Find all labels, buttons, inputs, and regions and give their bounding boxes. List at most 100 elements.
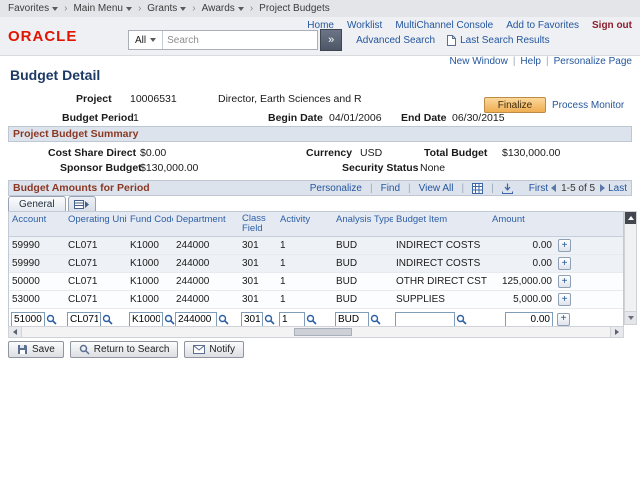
lookup-icon[interactable] bbox=[456, 314, 467, 325]
budget-period-value: 1 bbox=[133, 112, 139, 124]
operating-unit-input[interactable] bbox=[67, 312, 101, 327]
search-go-button[interactable]: » bbox=[320, 29, 342, 51]
cell-budget-item: OTHR DIRECT CST bbox=[393, 276, 489, 287]
edit-cell-class-field bbox=[239, 312, 277, 327]
breadcrumb-favorites[interactable]: Favorites bbox=[8, 3, 58, 14]
budget-amounts-header: Budget Amounts for Period Personalize Fi… bbox=[8, 180, 632, 196]
download-icon[interactable] bbox=[502, 183, 513, 194]
project-id: 10006531 bbox=[130, 93, 177, 105]
cell-department: 244000 bbox=[173, 240, 239, 251]
find-link[interactable]: Find bbox=[381, 183, 400, 194]
view-all-link[interactable]: View All bbox=[419, 183, 454, 194]
breadcrumb-label: Awards bbox=[202, 3, 235, 14]
budget-item-input[interactable] bbox=[395, 312, 455, 327]
zoom-grid-icon[interactable] bbox=[472, 183, 483, 194]
next-row-icon[interactable] bbox=[600, 184, 605, 192]
cell-account: 53000 bbox=[9, 294, 65, 305]
personalize-page-link[interactable]: Personalize Page bbox=[554, 56, 632, 67]
column-header-amount[interactable]: Amount bbox=[489, 212, 555, 236]
grid-horizontal-scrollbar[interactable] bbox=[8, 326, 624, 338]
add-row-button[interactable]: + bbox=[558, 275, 571, 288]
lookup-icon[interactable] bbox=[370, 314, 381, 325]
last-link[interactable]: Last bbox=[608, 183, 627, 194]
separator bbox=[513, 56, 516, 67]
breadcrumb-awards[interactable]: Awards bbox=[202, 3, 244, 14]
breadcrumb-label: Main Menu bbox=[73, 3, 122, 14]
lookup-icon[interactable] bbox=[46, 314, 57, 325]
save-button[interactable]: Save bbox=[8, 341, 64, 358]
scroll-left-icon[interactable] bbox=[9, 327, 22, 337]
breadcrumb-main-menu[interactable]: Main Menu bbox=[73, 3, 131, 14]
advanced-search-link[interactable]: Advanced Search bbox=[356, 35, 435, 46]
breadcrumb-separator-icon bbox=[64, 3, 67, 14]
table-row[interactable]: 53000 CL071 K1000 244000 301 1 BUD SUPPL… bbox=[9, 291, 623, 309]
breadcrumb-grants[interactable]: Grants bbox=[147, 3, 186, 14]
cell-analysis-type: BUD bbox=[333, 276, 393, 287]
search-scope-select[interactable]: All bbox=[129, 31, 163, 49]
separator bbox=[546, 56, 549, 67]
amount-input[interactable] bbox=[505, 312, 553, 327]
column-header-analysis-type[interactable]: Analysis Type bbox=[333, 212, 393, 236]
nav-sign-out[interactable]: Sign out bbox=[592, 20, 632, 31]
breadcrumb-label: Project Budgets bbox=[259, 3, 330, 14]
edit-cell-analysis-type bbox=[333, 312, 393, 327]
help-link[interactable]: Help bbox=[520, 56, 541, 67]
fund-code-input[interactable] bbox=[129, 312, 163, 327]
cell-activity: 1 bbox=[277, 276, 333, 287]
last-search-results-link[interactable]: Last Search Results bbox=[447, 35, 550, 46]
tab-general[interactable]: General bbox=[8, 196, 66, 211]
show-all-columns-tab[interactable] bbox=[68, 196, 96, 211]
add-row-button[interactable]: + bbox=[558, 257, 571, 270]
table-row[interactable]: 59990 CL071 K1000 244000 301 1 BUD INDIR… bbox=[9, 255, 623, 273]
grid-toolbar: Personalize Find View All bbox=[310, 183, 627, 194]
column-header-class-field[interactable]: Class Field bbox=[239, 212, 277, 236]
sponsor-budget-value: $130,000.00 bbox=[140, 162, 198, 174]
class-field-input[interactable] bbox=[241, 312, 263, 327]
lookup-icon[interactable] bbox=[102, 314, 113, 325]
lookup-icon[interactable] bbox=[264, 314, 275, 325]
first-link[interactable]: First bbox=[529, 183, 548, 194]
analysis-type-input[interactable] bbox=[335, 312, 369, 327]
column-header-fund-code[interactable]: Fund Code bbox=[127, 212, 173, 236]
chevron-down-icon bbox=[238, 7, 244, 11]
table-row[interactable]: 50000 CL071 K1000 244000 301 1 BUD OTHR … bbox=[9, 273, 623, 291]
cell-amount: 0.00 bbox=[489, 258, 555, 269]
scroll-right-icon[interactable] bbox=[610, 327, 623, 337]
sponsor-budget-label: Sponsor Budget bbox=[60, 162, 142, 174]
page-title: Budget Detail bbox=[10, 67, 100, 83]
previous-row-icon[interactable] bbox=[551, 184, 556, 192]
cost-share-direct-label: Cost Share Direct bbox=[48, 147, 136, 159]
scroll-down-icon[interactable] bbox=[625, 311, 636, 324]
finalize-button[interactable]: Finalize bbox=[484, 97, 546, 113]
cell-fund-code: K1000 bbox=[127, 258, 173, 269]
add-row-button[interactable]: + bbox=[558, 293, 571, 306]
cell-fund-code: K1000 bbox=[127, 294, 173, 305]
section-title: Project Budget Summary bbox=[13, 128, 138, 140]
add-row-button[interactable]: + bbox=[557, 313, 570, 326]
return-to-search-button[interactable]: Return to Search bbox=[70, 341, 179, 358]
column-header-account[interactable]: Account bbox=[9, 212, 65, 236]
breadcrumb-project-budgets[interactable]: Project Budgets bbox=[259, 3, 330, 14]
lookup-icon[interactable] bbox=[218, 314, 229, 325]
activity-input[interactable] bbox=[279, 312, 305, 327]
lookup-icon[interactable] bbox=[306, 314, 317, 325]
budget-period-label: Budget Period bbox=[62, 112, 134, 124]
new-window-link[interactable]: New Window bbox=[449, 56, 507, 67]
search-input[interactable] bbox=[163, 33, 317, 47]
table-row[interactable]: 59990 CL071 K1000 244000 301 1 BUD INDIR… bbox=[9, 237, 623, 255]
process-monitor-link[interactable]: Process Monitor bbox=[552, 100, 624, 111]
department-input[interactable] bbox=[175, 312, 217, 327]
column-header-budget-item[interactable]: Budget Item bbox=[393, 212, 489, 236]
column-header-department[interactable]: Department bbox=[173, 212, 239, 236]
scroll-up-icon[interactable] bbox=[625, 212, 636, 224]
scrollbar-thumb[interactable] bbox=[294, 328, 352, 336]
column-header-activity[interactable]: Activity bbox=[277, 212, 333, 236]
cell-class-field: 301 bbox=[239, 276, 277, 287]
column-header-operating-unit[interactable]: Operating Unit bbox=[65, 212, 127, 236]
add-row-button[interactable]: + bbox=[558, 239, 571, 252]
notify-button[interactable]: Notify bbox=[184, 341, 244, 358]
personalize-link[interactable]: Personalize bbox=[310, 183, 362, 194]
grid-vertical-scrollbar[interactable] bbox=[624, 211, 637, 325]
cell-class-field: 301 bbox=[239, 294, 277, 305]
account-input[interactable] bbox=[11, 312, 45, 327]
